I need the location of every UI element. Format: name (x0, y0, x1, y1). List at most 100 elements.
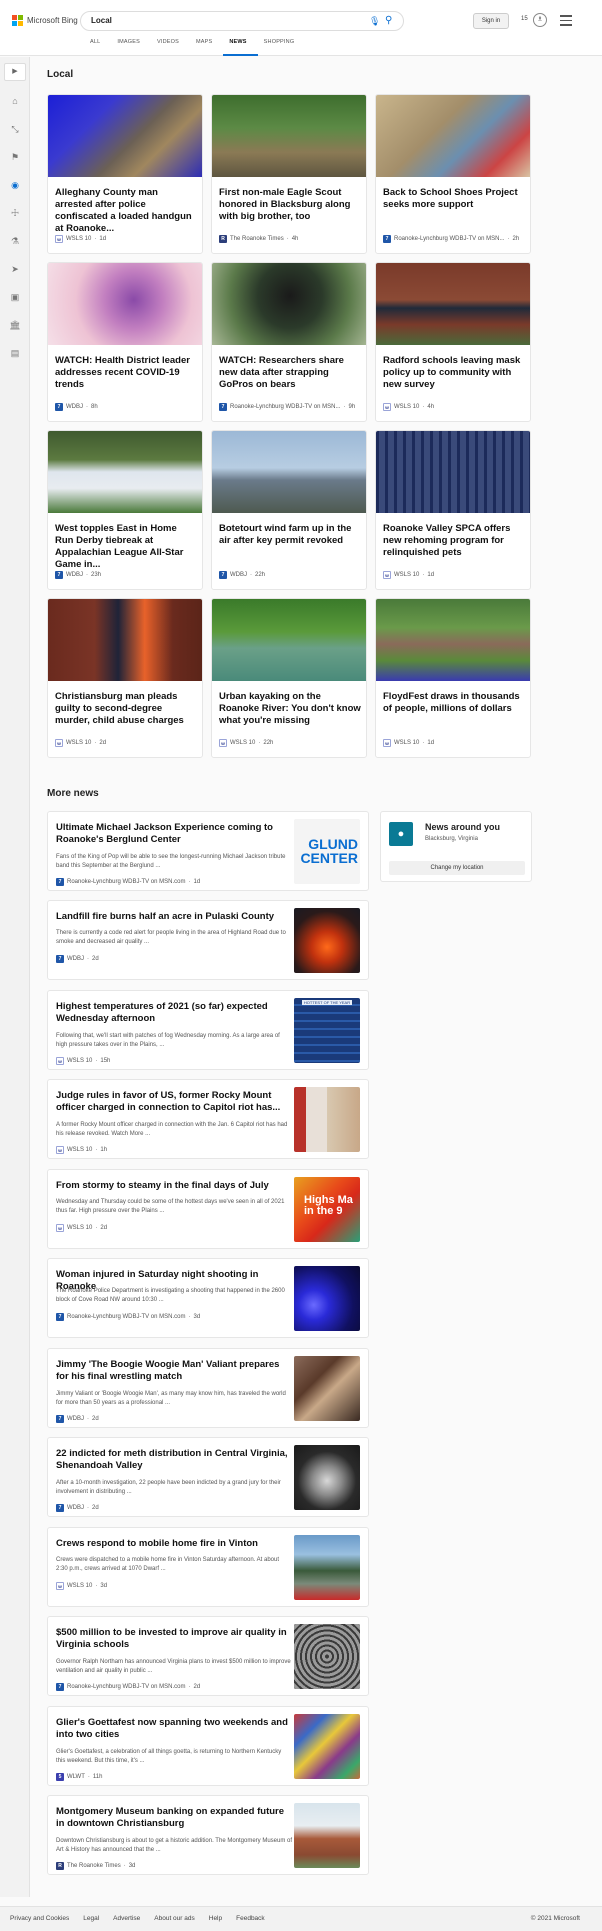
news-title[interactable]: From stormy to steamy in the final days … (56, 1180, 292, 1192)
wdbj-logo-icon: 7 (56, 955, 64, 963)
news-item[interactable]: Crews respond to mobile home fire in Vin… (47, 1527, 369, 1607)
card-title[interactable]: West topples East in Home Run Derby tieb… (55, 523, 197, 571)
news-title[interactable]: Montgomery Museum banking on expanded fu… (56, 1806, 292, 1830)
search-box[interactable]: Local 🎙 ⚲ (80, 11, 404, 31)
card-title[interactable]: Urban kayaking on the Roanoke River: You… (219, 691, 361, 727)
local-card[interactable]: Christiansburg man pleads guilty to seco… (47, 598, 203, 758)
news-snippet: Wednesday and Thursday could be some of … (56, 1199, 285, 1214)
card-title[interactable]: WATCH: Health District leader addresses … (55, 355, 197, 391)
card-title[interactable]: Roanoke Valley SPCA offers new rehoming … (383, 523, 525, 559)
news-title[interactable]: Highest temperatures of 2021 (so far) ex… (56, 1001, 292, 1025)
footer-link-help[interactable]: Help (209, 1915, 222, 1922)
local-card[interactable]: Back to School Shoes Project seeks more … (375, 94, 531, 254)
card-title[interactable]: Radford schools leaving mask policy up t… (383, 355, 525, 391)
tab-images[interactable]: IMAGES (111, 38, 151, 56)
wsls-logo-icon: W (383, 739, 391, 747)
hamburger-icon[interactable] (560, 15, 572, 29)
news-title[interactable]: Crews respond to mobile home fire in Vin… (56, 1538, 292, 1550)
card-image (48, 599, 202, 681)
card-image (212, 431, 366, 513)
news-item[interactable]: From stormy to steamy in the final days … (47, 1169, 369, 1249)
science-icon[interactable]: ⚗ (9, 235, 21, 247)
news-title[interactable]: $500 million to be invested to improve a… (56, 1627, 292, 1651)
card-title[interactable]: FloydFest draws in thousands of people, … (383, 691, 525, 715)
health-icon[interactable]: ☩ (9, 207, 21, 219)
wdbj-logo-icon: 7 (56, 878, 64, 886)
local-card[interactable]: FloydFest draws in thousands of people, … (375, 598, 531, 758)
footer-link-legal[interactable]: Legal (83, 1915, 99, 1922)
bing-logo[interactable]: Microsoft Bing (12, 15, 78, 26)
local-card[interactable]: First non-male Eagle Scout honored in Bl… (211, 94, 367, 254)
sports-icon[interactable]: ⤡ (9, 123, 21, 135)
sign-in-button[interactable]: Sign in (473, 13, 509, 29)
tab-all[interactable]: ALL (84, 38, 111, 56)
news-title[interactable]: Ultimate Michael Jackson Experience comi… (56, 822, 292, 846)
local-card[interactable]: Radford schools leaving mask policy up t… (375, 262, 531, 422)
search-input[interactable]: Local (91, 16, 112, 25)
card-title[interactable]: Christiansburg man pleads guilty to seco… (55, 691, 197, 727)
card-title[interactable]: Botetourt wind farm up in the air after … (219, 523, 361, 547)
news-snippet: Crews were dispatched to a mobile home f… (56, 1557, 280, 1572)
politics-icon[interactable]: 🏛 (9, 319, 21, 331)
local-card[interactable]: Botetourt wind farm up in the air after … (211, 430, 367, 590)
technology-icon[interactable]: ➤ (9, 263, 21, 275)
card-title[interactable]: First non-male Eagle Scout honored in Bl… (219, 187, 361, 223)
money-icon[interactable]: ▤ (9, 347, 21, 359)
news-title[interactable]: Judge rules in favor of US, former Rocky… (56, 1090, 292, 1114)
news-item[interactable]: $500 million to be invested to improve a… (47, 1616, 369, 1696)
entertainment-icon[interactable]: ▣ (9, 291, 21, 303)
news-item[interactable]: Highest temperatures of 2021 (so far) ex… (47, 990, 369, 1070)
rewards-trophy-icon[interactable]: ♗ (533, 13, 547, 27)
rewards-count[interactable]: 15 (521, 16, 528, 22)
tab-videos[interactable]: VIDEOS (151, 38, 190, 56)
home-icon[interactable]: ⌂ (9, 95, 21, 107)
tab-news[interactable]: NEWS (223, 38, 258, 56)
tab-shopping[interactable]: SHOPPING (258, 38, 306, 56)
category-rail: ▶ ⌂ ⤡ ⚑ ◉ ☩ ⚗ ➤ ▣ 🏛 ▤ (0, 57, 30, 1897)
local-card[interactable]: WATCH: Researchers share new data after … (211, 262, 367, 422)
footer-link-advertise[interactable]: Advertise (113, 1915, 140, 1922)
card-title[interactable]: Back to School Shoes Project seeks more … (383, 187, 525, 211)
current-location: Blacksburg, Virginia (425, 836, 478, 842)
location-icon[interactable]: ◉ (9, 179, 21, 191)
card-meta: W WSLS 10 · 1d (55, 235, 106, 243)
news-item[interactable]: 22 indicted for meth distribution in Cen… (47, 1437, 369, 1517)
footer-link-about-ads[interactable]: About our ads (154, 1915, 194, 1922)
news-source: Roanoke-Lynchburg WDBJ-TV on MSN.com (67, 1314, 186, 1320)
news-thumbnail (294, 1356, 360, 1421)
news-item[interactable]: Landfill fire burns half an acre in Pula… (47, 900, 369, 980)
local-card[interactable]: Urban kayaking on the Roanoke River: You… (211, 598, 367, 758)
local-card[interactable]: WATCH: Health District leader addresses … (47, 262, 203, 422)
news-source: WDBJ (67, 1416, 84, 1422)
news-item[interactable]: Jimmy 'The Boogie Woogie Man' Valiant pr… (47, 1348, 369, 1428)
microphone-icon[interactable]: 🎙 (369, 16, 380, 27)
wdbj-logo-icon: 7 (219, 571, 227, 579)
news-title[interactable]: Landfill fire burns half an acre in Pula… (56, 911, 292, 923)
footer-link-privacy[interactable]: Privacy and Cookies (10, 1915, 69, 1922)
card-image (376, 599, 530, 681)
news-item[interactable]: Glier's Goettafest now spanning two week… (47, 1706, 369, 1786)
news-title[interactable]: Jimmy 'The Boogie Woogie Man' Valiant pr… (56, 1359, 292, 1383)
news-title[interactable]: 22 indicted for meth distribution in Cen… (56, 1448, 292, 1472)
news-meta: 7 WDBJ · 2d (56, 1415, 99, 1423)
wsls-logo-icon: W (383, 403, 391, 411)
flag-icon[interactable]: ⚑ (9, 151, 21, 163)
expand-icon[interactable]: ▶ (4, 63, 26, 81)
footer-link-feedback[interactable]: Feedback (236, 1915, 265, 1922)
news-item[interactable]: Montgomery Museum banking on expanded fu… (47, 1795, 369, 1875)
news-item[interactable]: Ultimate Michael Jackson Experience comi… (47, 811, 369, 891)
local-card[interactable]: West topples East in Home Run Derby tieb… (47, 430, 203, 590)
news-item[interactable]: Woman injured in Saturday night shooting… (47, 1258, 369, 1338)
local-card[interactable]: Roanoke Valley SPCA offers new rehoming … (375, 430, 531, 590)
card-title[interactable]: WATCH: Researchers share new data after … (219, 355, 361, 391)
local-card[interactable]: Alleghany County man arrested after poli… (47, 94, 203, 254)
card-image (48, 263, 202, 345)
change-location-button[interactable]: Change my location (389, 861, 525, 875)
news-source: WSLS 10 (67, 1583, 93, 1589)
tab-maps[interactable]: MAPS (190, 38, 223, 56)
news-item[interactable]: Judge rules in favor of US, former Rocky… (47, 1079, 369, 1159)
news-thumbnail: HOTTEST OF THE YEAR (294, 998, 360, 1063)
news-title[interactable]: Glier's Goettafest now spanning two week… (56, 1717, 292, 1741)
card-title[interactable]: Alleghany County man arrested after poli… (55, 187, 197, 235)
search-icon[interactable]: ⚲ (385, 15, 392, 26)
